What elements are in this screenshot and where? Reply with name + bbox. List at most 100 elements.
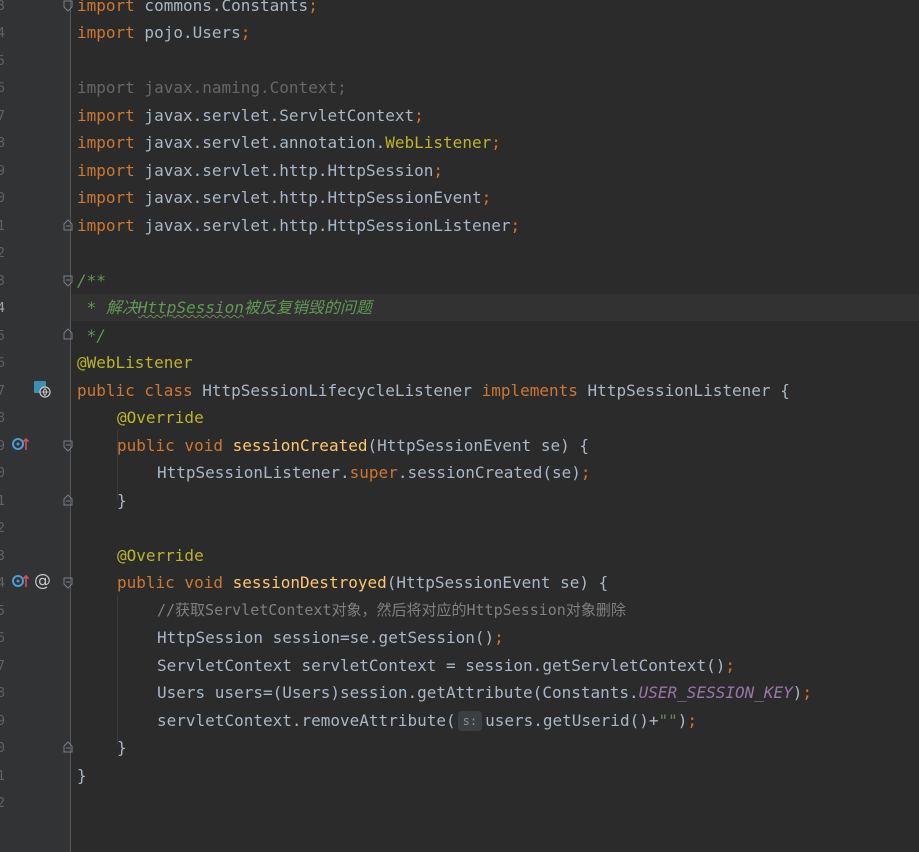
line-number: 5 bbox=[0, 54, 5, 69]
line-number: 9 bbox=[0, 714, 5, 729]
line-number: 3 bbox=[0, 549, 5, 564]
line-number: 8 bbox=[0, 136, 5, 151]
keyword: implements bbox=[481, 381, 578, 400]
override-annotation: @Override bbox=[117, 546, 204, 565]
string-literal: "" bbox=[658, 711, 678, 730]
keyword: import bbox=[77, 0, 135, 15]
line-number: 0 bbox=[0, 466, 5, 481]
keyword: public void bbox=[117, 573, 223, 592]
editor-gutter[interactable] bbox=[0, 0, 71, 852]
implements-method-icon[interactable] bbox=[11, 436, 31, 456]
keyword: public class bbox=[77, 381, 193, 400]
interface-name: HttpSessionListener { bbox=[577, 381, 790, 400]
line-number: 3 bbox=[0, 274, 5, 289]
code-text: .sessionCreated(se) bbox=[397, 463, 581, 482]
import-path: javax.servlet.http.HttpSessionListener bbox=[134, 216, 511, 235]
annotation: @WebListener bbox=[77, 353, 193, 372]
code-line: import javax.servlet.ServletContext; bbox=[77, 102, 424, 129]
doc-text: 被反复销毁的问题 bbox=[243, 298, 372, 317]
code-text: users.getUserid()+ bbox=[485, 711, 659, 730]
line-number: 8 bbox=[0, 686, 5, 701]
method-name: sessionDestroyed bbox=[232, 573, 387, 592]
line-number: 9 bbox=[0, 439, 5, 454]
line-number: 1 bbox=[0, 494, 5, 509]
method-declaration: public void sessionCreated(HttpSessionEv… bbox=[117, 432, 589, 459]
line-number: 7 bbox=[0, 109, 5, 124]
import-path: javax.servlet.ServletContext bbox=[134, 106, 415, 125]
line-number: 4 bbox=[0, 301, 5, 316]
class-declaration: public class HttpSessionLifecycleListene… bbox=[77, 377, 790, 404]
code-line: import javax.servlet.http.HttpSessionLis… bbox=[77, 212, 520, 239]
doc-link: HttpSession bbox=[137, 298, 244, 317]
line-number: 0 bbox=[0, 741, 5, 756]
line-number: 5 bbox=[0, 604, 5, 619]
semicolon: ; bbox=[491, 133, 501, 152]
line-number: 7 bbox=[0, 659, 5, 674]
keyword: import bbox=[77, 23, 135, 42]
line-comment: //获取ServletContext对象，然后将对应的HttpSession对象… bbox=[157, 601, 626, 619]
line-number: 4 bbox=[0, 26, 5, 41]
semicolon: ; bbox=[580, 463, 591, 482]
semicolon: ; bbox=[308, 0, 318, 15]
line-number: 3 bbox=[0, 0, 5, 14]
doc-comment-open: /** bbox=[77, 271, 106, 290]
code-line: Users users=(Users)session.getAttribute(… bbox=[157, 679, 812, 706]
semicolon: ; bbox=[510, 216, 521, 235]
line-number: 2 bbox=[0, 521, 5, 536]
method-declaration: public void sessionDestroyed(HttpSession… bbox=[117, 569, 608, 596]
import-path: javax.servlet.http.HttpSession bbox=[134, 161, 434, 180]
semicolon: ; bbox=[494, 628, 504, 647]
doc-comment-line: * 解决HttpSession被反复销毁的问题 bbox=[77, 294, 372, 321]
code-line: import javax.servlet.http.HttpSessionEve… bbox=[77, 184, 491, 211]
doc-text: * 解决 bbox=[77, 298, 138, 317]
semicolon: ; bbox=[414, 106, 424, 125]
line-number: 1 bbox=[0, 219, 5, 234]
semicolon: ; bbox=[433, 161, 444, 180]
code-line: servletContext.removeAttribute(s: users.g… bbox=[157, 707, 697, 734]
line-number: 6 bbox=[0, 81, 5, 96]
keyword: import bbox=[77, 133, 135, 152]
code-line: import commons.Constants; bbox=[77, 0, 318, 19]
line-number: 8 bbox=[0, 411, 5, 426]
line-number: 4 bbox=[0, 576, 5, 591]
code-line: import javax.servlet.annotation.WebListe… bbox=[77, 129, 501, 156]
keyword: import bbox=[77, 188, 135, 207]
code-line: HttpSessionListener.super.sessionCreated… bbox=[157, 459, 591, 486]
semicolon: ; bbox=[802, 683, 813, 702]
implements-method-icon[interactable] bbox=[11, 573, 31, 593]
class-close-brace: } bbox=[77, 766, 87, 785]
code-line: HttpSession session=se.getSession(); bbox=[157, 624, 504, 651]
code-text: Users users=(Users)session.getAttribute(… bbox=[157, 683, 639, 702]
code-text: ) bbox=[677, 711, 688, 730]
import-path: javax.servlet.http.HttpSessionEvent bbox=[134, 188, 482, 207]
class-name: HttpSessionLifecycleListener bbox=[192, 381, 482, 400]
code-text: ) bbox=[792, 683, 803, 702]
close-brace: } bbox=[117, 491, 127, 510]
annotation-name: WebListener bbox=[385, 133, 492, 152]
code-text: HttpSessionListener. bbox=[157, 463, 350, 482]
method-params: (HttpSessionEvent se) { bbox=[386, 573, 609, 592]
line-number: 6 bbox=[0, 631, 5, 646]
semicolon: ; bbox=[725, 656, 735, 675]
line-number: 9 bbox=[0, 164, 5, 179]
line-number: 1 bbox=[0, 769, 5, 784]
import-path: pojo.Users bbox=[134, 23, 241, 42]
at-sign-icon[interactable]: @ bbox=[34, 572, 51, 590]
web-listener-icon[interactable] bbox=[33, 380, 51, 402]
constant: USER_SESSION_KEY bbox=[638, 683, 793, 702]
line-number: 7 bbox=[0, 384, 5, 399]
line-number: 6 bbox=[0, 356, 5, 371]
keyword: import bbox=[77, 106, 135, 125]
code-line-unused-import: import javax.naming.Context; bbox=[77, 78, 347, 97]
doc-comment-close: */ bbox=[77, 326, 106, 345]
semicolon: ; bbox=[687, 711, 698, 730]
import-path: javax.servlet.annotation. bbox=[134, 133, 386, 152]
method-params: (HttpSessionEvent se) { bbox=[367, 436, 590, 455]
line-number: 2 bbox=[0, 796, 5, 811]
keyword: import bbox=[77, 161, 135, 180]
code-line: ServletContext servletContext = session.… bbox=[157, 652, 735, 679]
code-text: HttpSession session=se.getSession() bbox=[157, 628, 495, 647]
parameter-hint: s: bbox=[457, 711, 483, 731]
keyword: import bbox=[77, 216, 135, 235]
code-line: import pojo.Users; bbox=[77, 19, 250, 46]
